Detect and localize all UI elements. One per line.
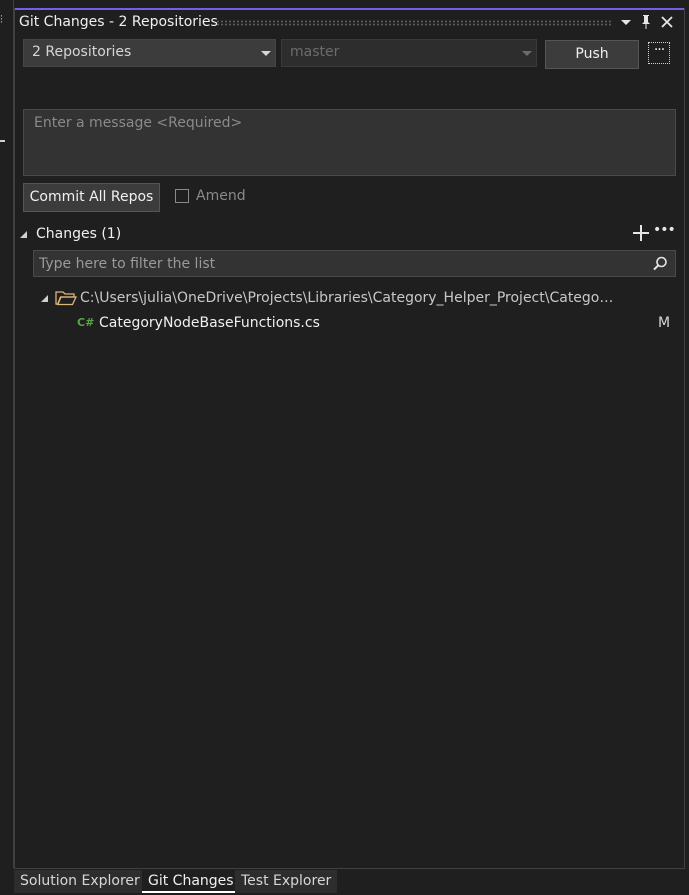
collapsed-panel-icon[interactable]: ⫶ [0,13,3,27]
ellipsis-icon: ··· [653,42,665,58]
changes-section-header[interactable]: Changes (1) [36,226,121,242]
amend-label[interactable]: Amend [196,188,246,204]
bottom-tab-strip: Solution Explorer Git Changes Test Explo… [14,869,689,895]
stage-all-plus-icon[interactable] [632,224,650,242]
chevron-down-icon [522,51,532,56]
changed-file-name: CategoryNodeBaseFunctions.cs [99,315,320,331]
tab-solution-explorer[interactable]: Solution Explorer [14,870,146,893]
commit-message-box [23,109,676,176]
changes-more-icon[interactable]: ••• [653,222,676,238]
csharp-file-icon: C# [77,316,95,329]
filter-box [33,250,676,277]
neighbor-window-edge: ⫶ [0,0,14,868]
changes-collapse-toggle[interactable] [20,231,27,238]
file-status-badge: M [658,315,671,331]
visual-studio-window: ⫶ Git Changes - 2 Repositories 2 Reposit… [0,0,689,895]
pin-icon[interactable] [637,13,655,31]
amend-checkbox[interactable] [175,189,189,203]
commit-all-repos-button[interactable]: Commit All Repos [23,183,160,212]
chevron-down-icon [261,51,271,56]
filter-input[interactable] [34,251,634,276]
branch-selector-value: master [290,44,340,60]
close-icon[interactable] [658,13,676,31]
push-button[interactable]: Push [545,40,639,69]
repository-folder-path[interactable]: C:\Users\julia\OneDrive\Projects\Librari… [80,290,615,306]
panel-titlebar[interactable]: Git Changes - 2 Repositories [15,10,684,35]
more-actions-button[interactable]: ··· [648,42,670,64]
folder-collapse-toggle[interactable] [41,295,48,302]
changed-file-row[interactable]: C# CategoryNodeBaseFunctions.cs M [15,312,684,336]
titlebar-grip[interactable] [216,20,611,26]
tab-test-explorer[interactable]: Test Explorer [235,870,338,893]
scroll-marker [0,140,5,142]
repository-selector-value: 2 Repositories [32,44,132,60]
git-changes-panel: Git Changes - 2 Repositories 2 Repositor… [14,8,685,869]
search-icon[interactable] [651,255,669,273]
panel-title: Git Changes - 2 Repositories [19,14,218,30]
commit-message-input[interactable] [24,110,675,175]
tab-git-changes[interactable]: Git Changes [142,870,240,893]
branch-selector[interactable]: master [281,39,537,67]
window-position-dropdown-icon[interactable] [617,13,635,31]
folder-open-icon [55,290,78,306]
repository-selector[interactable]: 2 Repositories [23,39,276,67]
